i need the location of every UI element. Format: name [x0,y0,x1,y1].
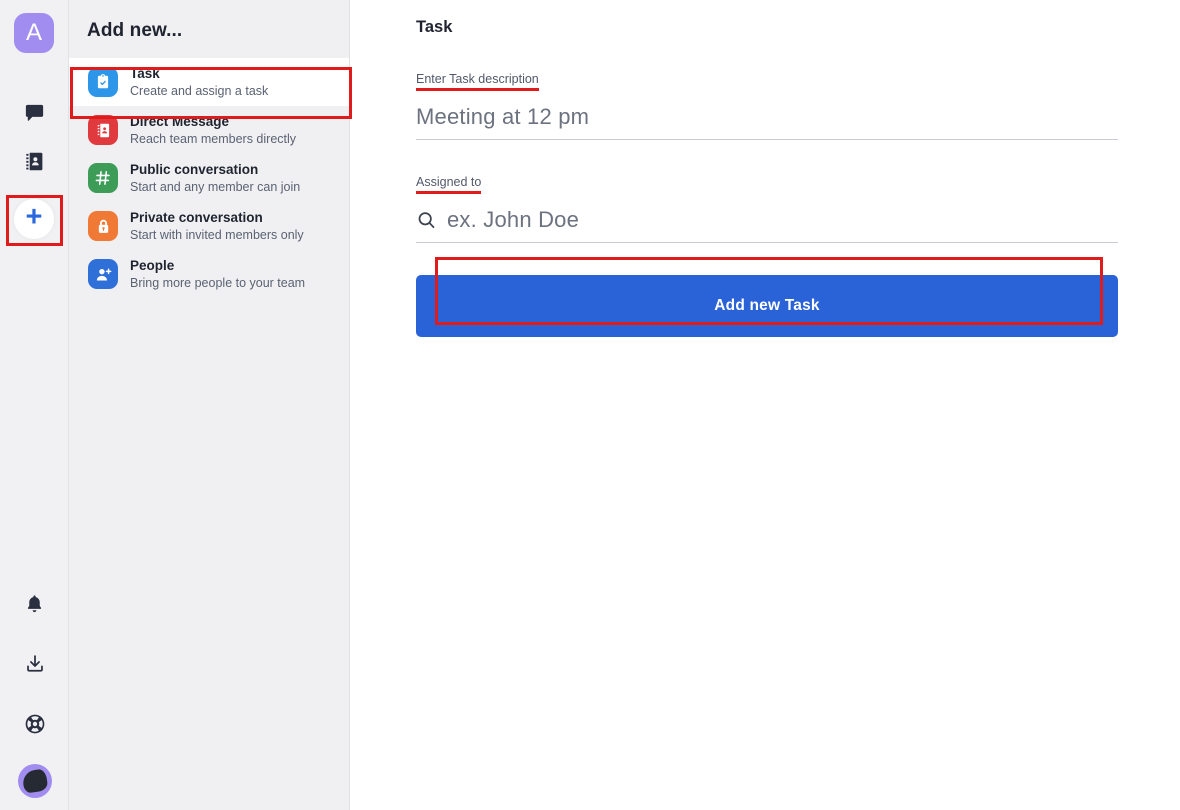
submit-area: Add new Task [416,275,1118,337]
search-icon [416,210,437,231]
chat-icon[interactable] [14,93,54,133]
help-icon[interactable] [15,704,55,744]
task-form-panel: Task Enter Task description Meeting at 1… [350,0,1180,810]
menu-item-title: Task [130,66,160,82]
menu-item-public-conversation[interactable]: Public conversation Start and any member… [69,154,349,202]
menu-item-subtitle: Reach team members directly [130,131,297,146]
menu-item-direct-message[interactable]: Direct Message Reach team members direct… [69,106,349,154]
app-root: A + Add new... Task Create and assign a … [0,0,1180,810]
menu-item-private-conversation[interactable]: Private conversation Start with invited … [69,202,349,250]
add-new-circle[interactable]: + [14,199,54,239]
address-book-icon [88,115,118,145]
workspace-avatar[interactable]: A [14,13,54,53]
assigned-to-input[interactable]: ex. John Doe [416,200,1118,243]
user-avatar[interactable] [17,764,52,798]
menu-item-text: Direct Message Reach team members direct… [130,114,296,146]
add-new-task-button[interactable]: Add new Task [416,275,1118,337]
add-new-panel: Add new... Task Create and assign a task [69,0,350,810]
contacts-icon[interactable] [14,141,54,181]
menu-item-task[interactable]: Task Create and assign a task [69,58,349,106]
task-description-input[interactable]: Meeting at 12 pm [416,97,1118,140]
task-description-label: Enter Task description [416,72,539,91]
bell-icon[interactable] [15,584,55,624]
add-new-menu: Task Create and assign a task Direct Mes… [69,58,349,298]
menu-item-text: People Bring more people to your team [130,258,305,290]
add-new-button[interactable]: + [14,199,54,239]
menu-item-people[interactable]: People Bring more people to your team [69,250,349,298]
task-description-value: Meeting at 12 pm [416,104,590,129]
menu-item-title: Private conversation [130,210,263,226]
icon-rail: A + [0,0,69,810]
menu-item-subtitle: Start with invited members only [130,227,304,242]
task-description-field: Enter Task description Meeting at 12 pm [416,70,1118,140]
menu-item-subtitle: Bring more people to your team [130,275,306,290]
page-title: Task [416,18,453,36]
menu-item-text: Task Create and assign a task [130,66,268,98]
assigned-to-placeholder: ex. John Doe [447,207,580,232]
menu-item-title: Public conversation [130,162,259,178]
assigned-to-label: Assigned to [416,175,482,194]
assigned-to-field: Assigned to ex. John Doe [416,173,1118,243]
panel-title: Add new... [87,20,183,41]
hash-icon [88,163,118,193]
menu-item-text: Public conversation Start and any member… [130,162,300,194]
menu-item-text: Private conversation Start with invited … [130,210,304,242]
rail-bottom-group [0,584,69,802]
plus-icon: + [25,201,43,233]
menu-item-title: Direct Message [130,114,230,130]
user-plus-icon [88,259,118,289]
menu-item-subtitle: Create and assign a task [130,83,269,98]
clipboard-check-icon [88,67,118,97]
menu-item-subtitle: Start and any member can join [130,179,301,194]
download-icon[interactable] [15,644,55,684]
menu-item-title: People [130,258,175,274]
lock-icon [88,211,118,241]
